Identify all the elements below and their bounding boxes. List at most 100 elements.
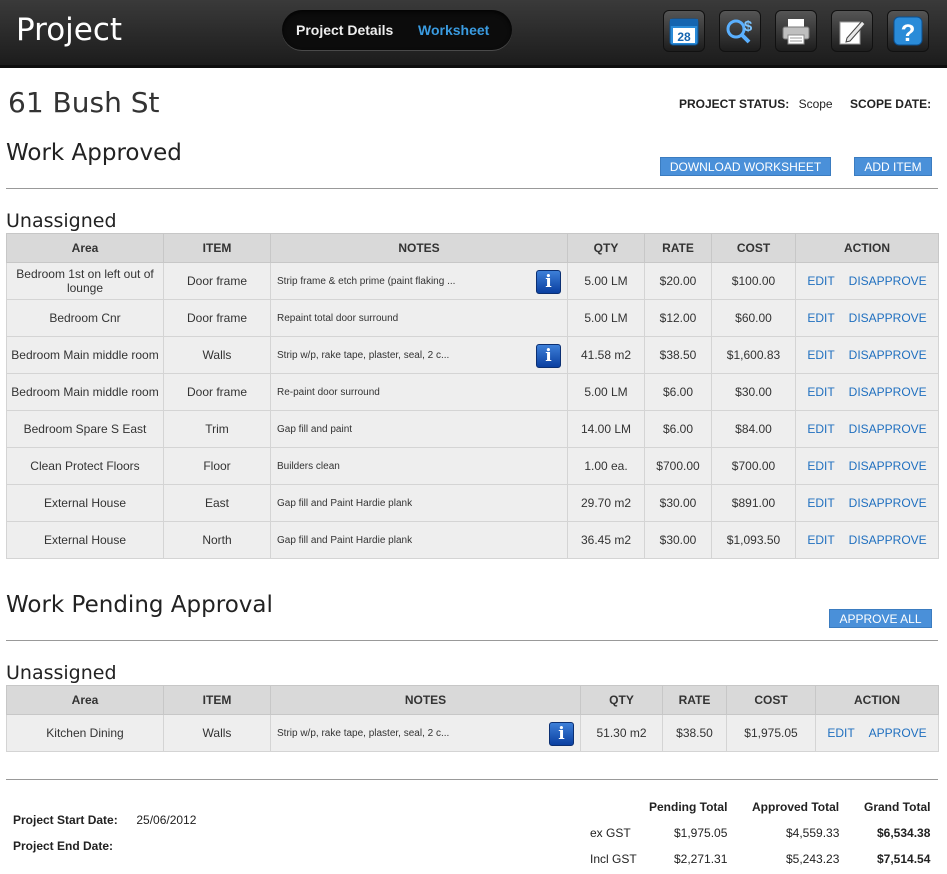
add-item-button[interactable]: ADD ITEM: [854, 157, 932, 176]
approve-link[interactable]: APPROVE: [869, 726, 927, 740]
edit-link[interactable]: EDIT: [807, 422, 834, 436]
cell-cost: $30.00: [711, 373, 796, 411]
divider: [6, 188, 938, 189]
disapprove-link[interactable]: DISAPPROVE: [849, 459, 927, 473]
tab-worksheet[interactable]: Worksheet: [418, 22, 489, 38]
cell-rate: $38.50: [662, 714, 727, 752]
approved-total-header: Approved Total: [752, 800, 840, 814]
notes-text: Re-paint door surround: [277, 386, 380, 398]
cell-notes: Builders clean: [270, 447, 568, 485]
svg-text:$: $: [744, 18, 753, 35]
info-icon[interactable]: i: [536, 344, 561, 368]
incl-gst-grand: $7,514.54: [877, 852, 931, 866]
divider: [6, 640, 938, 641]
cell-rate: $20.00: [644, 262, 712, 300]
cell-item: North: [163, 521, 271, 559]
divider: [6, 779, 938, 780]
nav-tabs: Project Details Worksheet: [282, 10, 512, 50]
cell-item: Door frame: [163, 262, 271, 300]
approved-table: Area ITEM NOTES QTY RATE COST ACTION Bed…: [6, 233, 939, 559]
ex-gst-pending: $1,975.05: [674, 826, 728, 840]
pending-total-header: Pending Total: [649, 800, 728, 814]
notes-text: Strip w/p, rake tape, plaster, seal, 2 c…: [277, 349, 450, 361]
approve-all-button[interactable]: APPROVE ALL: [829, 609, 932, 628]
edit-link[interactable]: EDIT: [807, 533, 834, 547]
table-row: Clean Protect Floors Floor Builders clea…: [6, 447, 939, 485]
disapprove-link[interactable]: DISAPPROVE: [849, 274, 927, 288]
search-cost-icon: $: [726, 18, 753, 44]
cell-action: EDIT DISAPPROVE: [795, 299, 939, 337]
disapprove-link[interactable]: DISAPPROVE: [849, 348, 927, 362]
cell-notes: Repaint total door surround: [270, 299, 568, 337]
project-status-label: PROJECT STATUS:: [679, 97, 790, 111]
table-header-row: Area ITEM NOTES QTY RATE COST ACTION: [6, 233, 939, 263]
edit-link[interactable]: EDIT: [807, 459, 834, 473]
col-action: ACTION: [815, 685, 939, 715]
cost-search-button[interactable]: $: [719, 10, 761, 52]
approved-group-title: Unassigned: [6, 210, 117, 232]
info-icon[interactable]: i: [536, 270, 561, 294]
col-notes: NOTES: [270, 233, 568, 263]
disapprove-link[interactable]: DISAPPROVE: [849, 533, 927, 547]
edit-link[interactable]: EDIT: [807, 311, 834, 325]
edit-link[interactable]: EDIT: [807, 385, 834, 399]
table-header-row: Area ITEM NOTES QTY RATE COST ACTION: [6, 685, 939, 715]
disapprove-link[interactable]: DISAPPROVE: [849, 311, 927, 325]
scope-date-label: SCOPE DATE:: [849, 97, 932, 111]
edit-button[interactable]: [831, 10, 873, 52]
table-row: Bedroom Cnr Door frame Repaint total doo…: [6, 299, 939, 337]
cell-area: Bedroom 1st on left out of lounge: [6, 262, 164, 300]
cell-cost: $1,975.05: [726, 714, 816, 752]
cell-notes: Gap fill and Paint Hardie plank: [270, 521, 568, 559]
cell-notes: Re-paint door surround: [270, 373, 568, 411]
cell-action: EDIT DISAPPROVE: [795, 262, 939, 300]
edit-link[interactable]: EDIT: [807, 496, 834, 510]
tab-project-details[interactable]: Project Details: [296, 22, 393, 38]
cell-cost: $1,600.83: [711, 336, 796, 374]
info-icon[interactable]: i: [549, 722, 574, 746]
cell-item: Door frame: [163, 373, 271, 411]
disapprove-link[interactable]: DISAPPROVE: [849, 422, 927, 436]
edit-link[interactable]: EDIT: [827, 726, 854, 740]
cell-notes: Strip frame & etch prime (paint flaking …: [270, 262, 568, 300]
print-button[interactable]: [775, 10, 817, 52]
cell-rate: $6.00: [644, 410, 712, 448]
incl-gst-approved: $5,243.23: [786, 852, 840, 866]
project-address: 61 Bush St: [8, 86, 160, 119]
col-notes: NOTES: [270, 685, 581, 715]
cell-action: EDIT DISAPPROVE: [795, 336, 939, 374]
table-row: Kitchen Dining Walls Strip w/p, rake tap…: [6, 714, 939, 752]
download-worksheet-button[interactable]: DOWNLOAD WORKSHEET: [660, 157, 831, 176]
ex-gst-grand: $6,534.38: [877, 826, 931, 840]
col-qty: QTY: [580, 685, 663, 715]
pending-table: Area ITEM NOTES QTY RATE COST ACTION Kit…: [6, 685, 939, 752]
table-row: External House East Gap fill and Paint H…: [6, 484, 939, 522]
edit-link[interactable]: EDIT: [807, 348, 834, 362]
app-title: Project: [16, 12, 123, 48]
disapprove-link[interactable]: DISAPPROVE: [849, 385, 927, 399]
work-pending-title: Work Pending Approval: [6, 592, 273, 618]
calendar-button[interactable]: 28: [663, 10, 705, 52]
print-icon: [782, 19, 810, 45]
ex-gst-approved: $4,559.33: [786, 826, 840, 840]
edit-link[interactable]: EDIT: [807, 274, 834, 288]
notes-text: Gap fill and Paint Hardie plank: [277, 534, 413, 546]
cell-item: East: [163, 484, 271, 522]
col-qty: QTY: [567, 233, 645, 263]
cell-qty: 14.00 LM: [567, 410, 645, 448]
col-rate: RATE: [644, 233, 712, 263]
cell-item: Trim: [163, 410, 271, 448]
project-status-line: PROJECT STATUS: Scope SCOPE DATE:: [679, 97, 931, 111]
cell-action: EDIT DISAPPROVE: [795, 484, 939, 522]
cell-area: Bedroom Spare S East: [6, 410, 164, 448]
cell-notes: Gap fill and paint: [270, 410, 568, 448]
cell-area: Bedroom Main middle room: [6, 336, 164, 374]
notes-text: Strip w/p, rake tape, plaster, seal, 2 c…: [277, 727, 450, 739]
help-button[interactable]: ?: [887, 10, 929, 52]
disapprove-link[interactable]: DISAPPROVE: [849, 496, 927, 510]
notes-text: Gap fill and paint: [277, 423, 353, 435]
col-area: Area: [6, 233, 164, 263]
cell-notes: Gap fill and Paint Hardie plank: [270, 484, 568, 522]
cell-notes: Strip w/p, rake tape, plaster, seal, 2 c…: [270, 714, 581, 752]
cell-item: Floor: [163, 447, 271, 485]
